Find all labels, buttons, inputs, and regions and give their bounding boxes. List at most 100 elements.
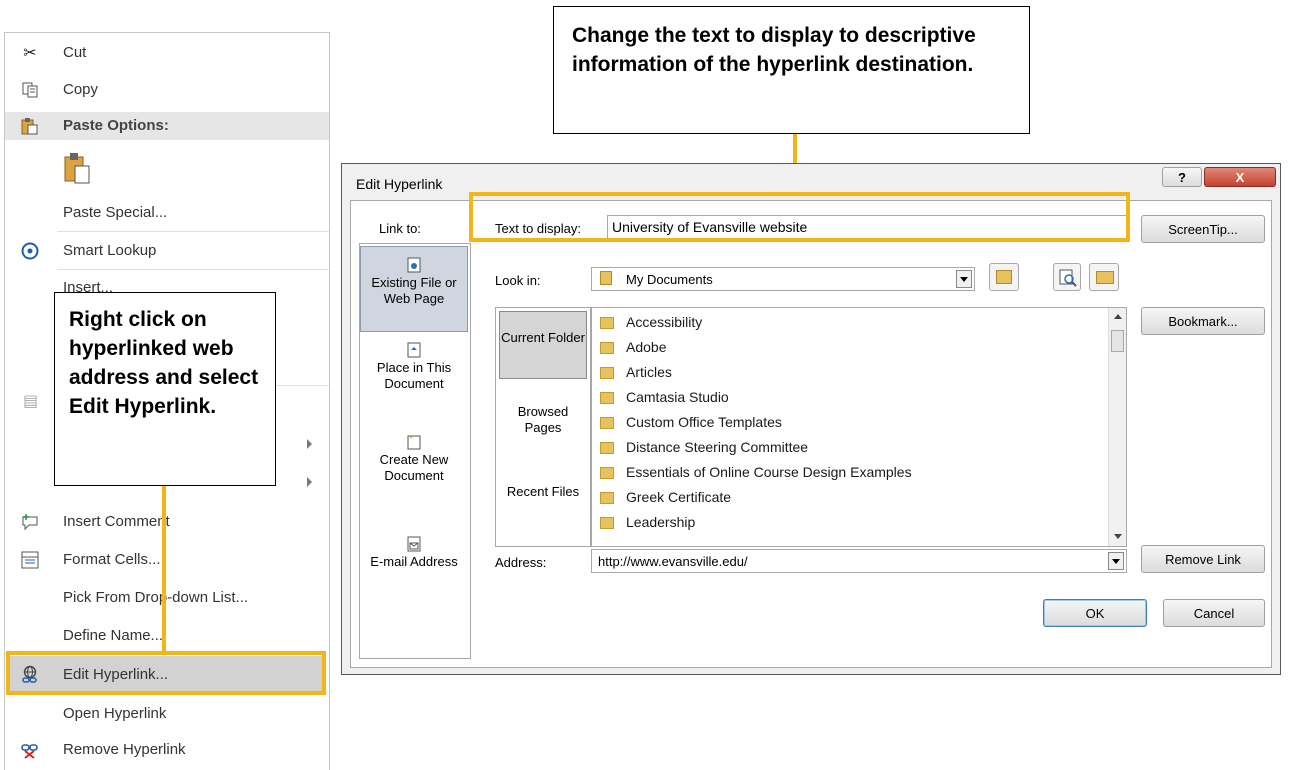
callout-connector-line [162,486,166,652]
ok-button[interactable]: OK [1043,599,1147,627]
menu-item-label: Format Cells... [63,551,161,568]
top-callout-text: Change the text to display to descriptiv… [572,24,976,76]
menu-item-copy[interactable]: Copy [5,76,329,104]
help-icon: ? [1178,169,1186,185]
scroll-up-icon[interactable] [1114,314,1122,319]
close-button[interactable]: X [1204,167,1276,187]
cancel-button[interactable]: Cancel [1163,599,1265,627]
up-folder-button[interactable] [989,263,1019,291]
bookmark-label: Bookmark... [1168,313,1238,329]
web-page-icon [407,257,421,273]
folder-icon [600,467,614,479]
look-in-select[interactable]: My Documents [591,267,975,291]
filter-icon: ▤ [23,393,39,410]
subnav-label: Current Folder [501,330,585,345]
menu-item-insert-comment[interactable]: Insert Comment [5,508,329,536]
address-dropdown-button[interactable] [1108,552,1124,570]
cancel-label: Cancel [1193,605,1235,621]
scroll-thumb[interactable] [1111,330,1124,352]
left-callout: Right click on hyperlinked web address a… [54,292,276,486]
menu-separator [57,269,329,270]
menu-item-paste-special[interactable]: Paste Special... [5,199,329,227]
remove-link-button[interactable]: Remove Link [1141,545,1265,573]
folder-icon [600,317,614,329]
screentip-button[interactable]: ScreenTip... [1141,215,1265,243]
link-to-label: Link to: [379,221,421,236]
menu-item-cut[interactable]: ✂ Cut [5,39,329,67]
menu-item-format-cells[interactable]: Format Cells... [5,546,329,574]
subnav-browsed-pages[interactable]: Browsed Pages [499,404,587,444]
close-icon: X [1235,169,1245,185]
menu-item-pick-from-list[interactable]: Pick From Drop-down List... [5,584,329,612]
screentip-label: ScreenTip... [1168,221,1238,237]
browse-web-icon [1059,269,1077,287]
menu-item-label: Smart Lookup [63,242,157,259]
folder-icon [600,442,614,454]
subnav-label: Browsed Pages [517,404,569,435]
paste-large-icon [64,153,90,184]
menu-item-label: Paste Options: [63,117,169,134]
nav-label: Create New Document [379,452,449,483]
subnav-recent-files[interactable]: Recent Files [499,484,587,524]
submenu-arrow-icon [307,439,312,449]
paste-icon [19,115,41,137]
menu-item-label: Cut [63,44,87,61]
scissors-icon: ✂ [23,45,37,62]
file-list: Accessibility Adobe Articles Camtasia St… [591,307,1127,547]
remove-hyperlink-icon [19,739,41,761]
address-label: Address: [495,555,547,570]
folder-icon [600,367,614,379]
dropdown-button[interactable] [956,270,972,288]
address-combobox[interactable]: http://www.evansville.edu/ [591,549,1127,573]
nav-create-new[interactable]: Create New Document [360,434,468,514]
menu-item-smart-lookup[interactable]: Smart Lookup [5,237,329,265]
file-list-scrollbar[interactable] [1108,308,1126,546]
edit-hyperlink-highlight [6,651,326,695]
menu-item-label: Define Name... [63,627,164,644]
nav-email-address[interactable]: E-mail Address [360,536,468,616]
nav-existing-file[interactable]: Existing File or Web Page [360,246,468,332]
menu-item-label: Copy [63,81,99,98]
documents-folder-icon [600,271,612,285]
top-callout: Change the text to display to descriptiv… [553,6,1030,134]
bookmark-button[interactable]: Bookmark... [1141,307,1265,335]
comment-icon [19,511,41,533]
menu-item-label: Paste Special... [63,204,168,221]
folder-icon [600,492,614,504]
folder-icon [600,517,614,529]
email-icon [407,536,421,552]
nav-label: E-mail Address [370,554,458,569]
look-in-label: Look in: [495,273,541,288]
menu-separator [57,231,329,232]
document-place-icon [407,342,421,358]
browse-web-button[interactable] [1053,263,1081,291]
menu-item-label: Open Hyperlink [63,705,167,722]
format-cells-icon [19,549,41,571]
menu-item-label: Insert Comment [63,513,170,530]
submenu-arrow-icon [307,477,312,487]
remove-link-label: Remove Link [1165,551,1241,567]
folder-up-icon [996,270,1012,284]
paste-option-button[interactable] [63,151,99,187]
menu-item-define-name[interactable]: Define Name... [5,622,329,650]
text-to-display-highlight [469,192,1130,242]
menu-item-insert[interactable]: Insert... [5,274,329,292]
look-in-value: My Documents [626,272,713,287]
new-document-icon [407,434,421,450]
browse-file-button[interactable] [1089,263,1119,291]
chevron-down-icon [1112,558,1120,564]
ok-label: OK [1085,605,1105,621]
menu-item-remove-hyperlink[interactable]: Remove Hyperlink [5,736,329,764]
subnav-label: Recent Files [506,484,580,499]
paste-options-header: Paste Options: [5,112,329,140]
scroll-down-icon[interactable] [1114,534,1122,539]
nav-label: Place in This Document [376,360,452,391]
open-folder-icon [1096,271,1114,284]
subnav-current-folder[interactable]: Current Folder [499,311,587,379]
menu-item-open-hyperlink[interactable]: Open Hyperlink [5,700,329,728]
menu-item-label: Pick From Drop-down List... [63,589,249,606]
menu-item-label: Remove Hyperlink [63,741,186,758]
help-button[interactable]: ? [1162,167,1202,187]
nav-place-in-document[interactable]: Place in This Document [360,342,468,422]
link-type-nav: Existing File or Web Page Place in This … [359,243,471,659]
